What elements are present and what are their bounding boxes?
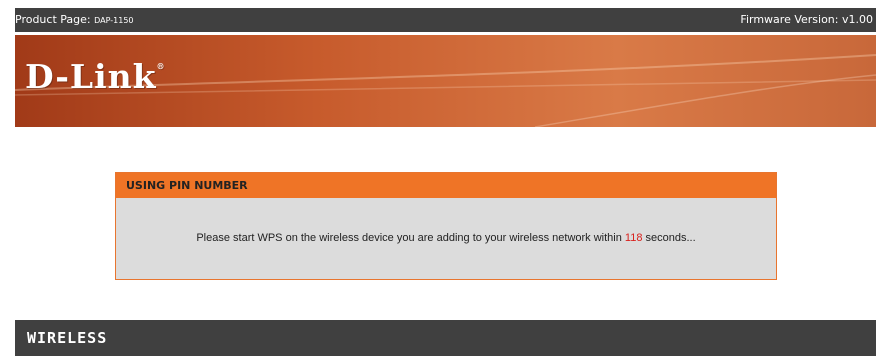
product-model: DAP-1150	[94, 16, 134, 25]
brand-banner: D-Link®	[15, 35, 876, 127]
dlink-logo: D-Link®	[25, 57, 166, 96]
message-text-end: seconds...	[642, 232, 696, 244]
footer-bar: WIRELESS	[15, 320, 876, 356]
wps-pin-panel: USING PIN NUMBER Please start WPS on the…	[115, 172, 777, 280]
product-page-info: Product Page: DAP-1150	[15, 8, 134, 33]
product-page-label: Product Page:	[15, 13, 91, 26]
firmware-version: Firmware Version: v1.00	[740, 13, 873, 26]
wps-instruction-message: Please start WPS on the wireless device …	[116, 232, 776, 244]
logo-text: D-Link	[25, 57, 157, 96]
message-text-start: Please start WPS on the wireless device …	[196, 232, 625, 244]
countdown-seconds: 118	[624, 232, 643, 244]
panel-title: USING PIN NUMBER	[116, 173, 776, 198]
wireless-section-label: WIRELESS	[27, 329, 108, 347]
logo-registered-mark: ®	[156, 61, 166, 71]
top-info-bar: Product Page: DAP-1150 Firmware Version:…	[15, 8, 876, 32]
